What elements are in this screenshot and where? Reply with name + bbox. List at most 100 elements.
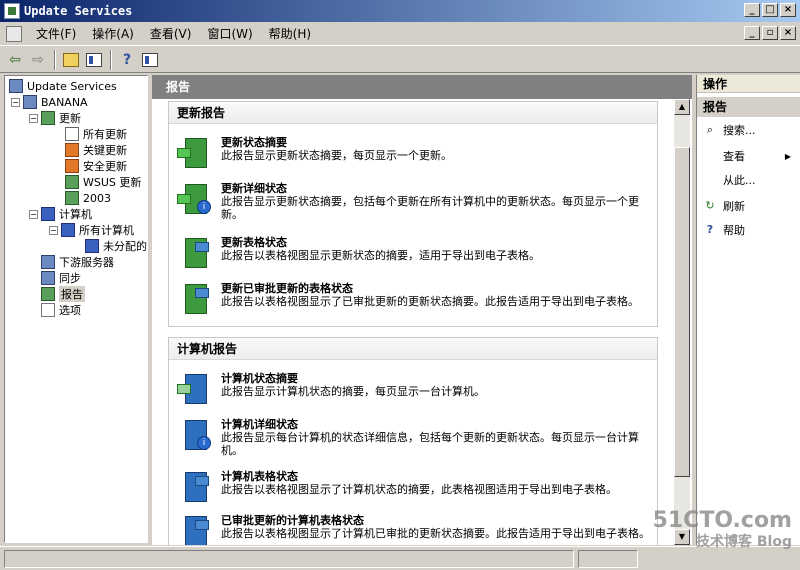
- report-computer-tabular-status[interactable]: 计算机表格状态 此报告以表格视图显示了计算机状态的摘要，此表格视图适用于导出到电…: [177, 470, 655, 504]
- collapse-icon[interactable]: −: [29, 209, 38, 219]
- tree-item-label: WSUS 更新: [83, 176, 142, 189]
- menu-view[interactable]: 查看(V): [142, 24, 200, 44]
- report-title[interactable]: 更新状态摘要: [221, 136, 655, 149]
- show-hide-tree-button[interactable]: [83, 49, 105, 71]
- report-description: 此报告以表格视图显示了已审批更新的更新状态摘要。此报告适用于导出到电子表格。: [221, 295, 639, 308]
- computers-icon: [41, 207, 55, 221]
- child-close-button[interactable]: ×: [780, 26, 796, 40]
- tree-item-security-updates[interactable]: 安全更新: [65, 158, 127, 174]
- scroll-thumb[interactable]: [674, 147, 690, 477]
- back-button[interactable]: ⇦: [4, 49, 26, 71]
- tree-item-label: 未分配的: [103, 240, 147, 253]
- update-tabular-report-icon: [177, 238, 211, 270]
- tree-item-options[interactable]: 选项: [41, 302, 81, 318]
- tree-item-label: 所有计算机: [79, 224, 134, 237]
- toolbar-separator: [110, 49, 112, 70]
- minimize-button[interactable]: _: [744, 3, 760, 17]
- computer-reports-section: 计算机报告 计算机状态摘要 此报告显示计算机状态的摘要，每页显示一台计算机。 i…: [168, 337, 658, 545]
- tree-item-downstream-servers[interactable]: 下游服务器: [41, 254, 114, 270]
- menu-window[interactable]: 窗口(W): [199, 24, 260, 44]
- report-title[interactable]: 更新已审批更新的表格状态: [221, 282, 655, 295]
- report-description: 此报告以表格视图显示了计算机已审批的更新状态摘要。此报告适用于导出到电子表格。: [221, 527, 650, 540]
- report-description: 此报告显示更新状态摘要，包括每个更新在所有计算机中的更新状态。每页显示一个更新。: [221, 195, 639, 221]
- folder-up-icon: [63, 52, 79, 67]
- tree-item-wsus-updates[interactable]: WSUS 更新: [65, 174, 141, 190]
- action-new-window-from-here[interactable]: 从此...: [697, 171, 800, 189]
- tree-item-unassigned[interactable]: 未分配的: [85, 238, 147, 254]
- update-detail-report-icon: i: [177, 184, 211, 216]
- watermark: 51CTO.com 技术博客 Blog: [653, 508, 792, 551]
- report-description: 此报告以表格视图显示了计算机状态的摘要，此表格视图适用于导出到电子表格。: [221, 483, 617, 496]
- section-title: 更新报告: [169, 102, 657, 124]
- report-computer-approved-tabular-status[interactable]: 已审批更新的计算机表格状态 此报告以表格视图显示了计算机已审批的更新状态摘要。此…: [177, 514, 655, 545]
- report-update-status-summary[interactable]: 更新状态摘要 此报告显示更新状态摘要，每页显示一个更新。: [177, 136, 655, 170]
- actions-header: 操作: [697, 75, 800, 93]
- tree-item-updates[interactable]: − 更新: [29, 110, 81, 126]
- pane-title: 报告: [152, 75, 692, 99]
- action-refresh[interactable]: ↻ 刷新: [697, 197, 800, 215]
- tree-item-reports[interactable]: 报告: [41, 286, 85, 302]
- maximize-button[interactable]: □: [762, 3, 778, 17]
- report-approved-updates-tabular-status[interactable]: 更新已审批更新的表格状态 此报告以表格视图显示了已审批更新的更新状态摘要。此报告…: [177, 282, 655, 316]
- menu-help[interactable]: 帮助(H): [261, 24, 319, 44]
- report-title[interactable]: 计算机状态摘要: [221, 372, 655, 385]
- report-update-detailed-status[interactable]: i 更新详细状态 此报告显示更新状态摘要，包括每个更新在所有计算机中的更新状态。…: [177, 182, 655, 221]
- child-minimize-button[interactable]: _: [744, 26, 760, 40]
- updates-view-icon: [65, 127, 79, 141]
- report-title[interactable]: 计算机详细状态: [221, 418, 655, 431]
- actions-section-reports[interactable]: 报告: [697, 97, 800, 117]
- watermark-main: 51CTO.com: [652, 508, 792, 533]
- tree-item-computers[interactable]: − 计算机: [29, 206, 92, 222]
- menu-action[interactable]: 操作(A): [84, 24, 142, 44]
- console-icon[interactable]: [6, 25, 22, 42]
- up-level-button[interactable]: [60, 49, 82, 71]
- action-label: 帮助: [723, 224, 745, 237]
- tree-item-update-services[interactable]: Update Services: [9, 78, 117, 94]
- tree-item-label: 报告: [59, 286, 85, 302]
- action-label: 从此...: [723, 174, 756, 187]
- tree-item-label: 同步: [59, 272, 81, 285]
- report-title[interactable]: 计算机表格状态: [221, 470, 655, 483]
- action-view[interactable]: 查看 ▶: [697, 147, 800, 165]
- vertical-scrollbar[interactable]: ▲ ▼: [674, 99, 690, 545]
- sync-icon: [41, 271, 55, 285]
- tree-item-critical-updates[interactable]: 关键更新: [65, 142, 127, 158]
- tree-item-label: 选项: [59, 304, 81, 317]
- computer-detail-report-icon: i: [177, 420, 211, 452]
- arrow-left-icon: ⇦: [9, 51, 21, 68]
- report-computer-detailed-status[interactable]: i 计算机详细状态 此报告显示每台计算机的状态详细信息，包括每个更新的更新状态。…: [177, 418, 655, 457]
- action-search[interactable]: ⌕ 搜索...: [697, 121, 800, 139]
- report-title[interactable]: 已审批更新的计算机表格状态: [221, 514, 655, 527]
- critical-updates-icon: [65, 143, 79, 157]
- tree-item-2003[interactable]: 2003: [65, 190, 111, 206]
- report-description: 此报告显示每台计算机的状态详细信息，包括每个更新的更新状态。每页显示一台计算机。: [221, 431, 639, 457]
- menu-file[interactable]: 文件(F): [28, 24, 84, 44]
- status-cell-secondary: [578, 550, 638, 568]
- close-button[interactable]: ×: [780, 3, 796, 17]
- tree-item-banana[interactable]: − BANANA: [11, 94, 88, 110]
- computer-approved-report-icon: [177, 516, 211, 545]
- action-help[interactable]: ? 帮助: [697, 221, 800, 239]
- show-hide-action-pane-button[interactable]: [139, 49, 161, 71]
- forward-button[interactable]: ⇨: [27, 49, 49, 71]
- collapse-icon[interactable]: −: [11, 97, 20, 107]
- report-update-tabular-status[interactable]: 更新表格状态 此报告以表格视图显示更新状态的摘要，适用于导出到电子表格。: [177, 236, 655, 270]
- report-computer-status-summary[interactable]: 计算机状态摘要 此报告显示计算机状态的摘要，每页显示一台计算机。: [177, 372, 655, 406]
- report-title[interactable]: 更新详细状态: [221, 182, 655, 195]
- title-bar: Update Services _ □ ×: [0, 0, 800, 22]
- window-title: Update Services: [24, 4, 133, 18]
- toolbar-separator: [54, 49, 56, 70]
- arrow-right-icon: ⇨: [32, 51, 44, 68]
- tree-item-all-updates[interactable]: 所有更新: [65, 126, 127, 142]
- report-title[interactable]: 更新表格状态: [221, 236, 655, 249]
- tree-item-synchronization[interactable]: 同步: [41, 270, 81, 286]
- toolbar: ⇦ ⇨ ?: [0, 47, 800, 73]
- section-title: 计算机报告: [169, 338, 657, 360]
- tree-item-all-computers[interactable]: − 所有计算机: [49, 222, 134, 238]
- collapse-icon[interactable]: −: [49, 225, 58, 235]
- collapse-icon[interactable]: −: [29, 113, 38, 123]
- tree-item-label: 2003: [83, 191, 111, 205]
- child-restore-button[interactable]: ▫: [762, 26, 778, 40]
- scroll-up-button[interactable]: ▲: [674, 99, 690, 115]
- help-toolbar-button[interactable]: ?: [116, 49, 138, 71]
